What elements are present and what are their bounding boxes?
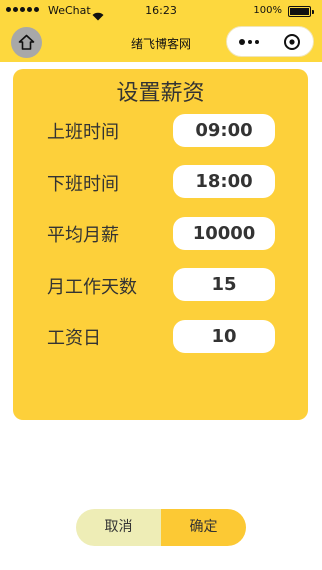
more-button[interactable] [227, 27, 270, 56]
nav-bar: 绪飞博客网 [0, 22, 322, 62]
work-days-label: 月工作天数 [47, 277, 137, 298]
monthly-salary-label: 平均月薪 [47, 225, 119, 246]
close-button[interactable] [270, 27, 313, 56]
end-time-input[interactable]: 18:00 [173, 165, 275, 198]
battery-percent: 100% [253, 5, 282, 16]
monthly-salary-input[interactable]: 10000 [173, 217, 275, 250]
target-close-icon [283, 33, 300, 50]
battery-icon [288, 6, 314, 17]
work-days-input[interactable]: 15 [173, 268, 275, 301]
status-bar: WeChat 16:23 100% [0, 0, 322, 22]
more-dots-icon [238, 38, 245, 45]
confirm-button[interactable]: 确定 [161, 509, 246, 546]
start-time-label: 上班时间 [47, 122, 119, 143]
salary-settings-card: 设置薪资 上班时间 09:00 下班时间 18:00 平均月薪 10000 月工… [13, 69, 308, 420]
payday-input[interactable]: 10 [173, 320, 275, 353]
cancel-button[interactable]: 取消 [76, 509, 161, 546]
mini-program-capsule [226, 26, 314, 57]
start-time-input[interactable]: 09:00 [173, 114, 275, 147]
card-title: 设置薪资 [116, 81, 205, 106]
end-time-label: 下班时间 [47, 174, 119, 195]
payday-label: 工资日 [47, 328, 101, 349]
battery-fill [290, 8, 309, 15]
action-button-group: 取消 确定 [76, 509, 246, 546]
